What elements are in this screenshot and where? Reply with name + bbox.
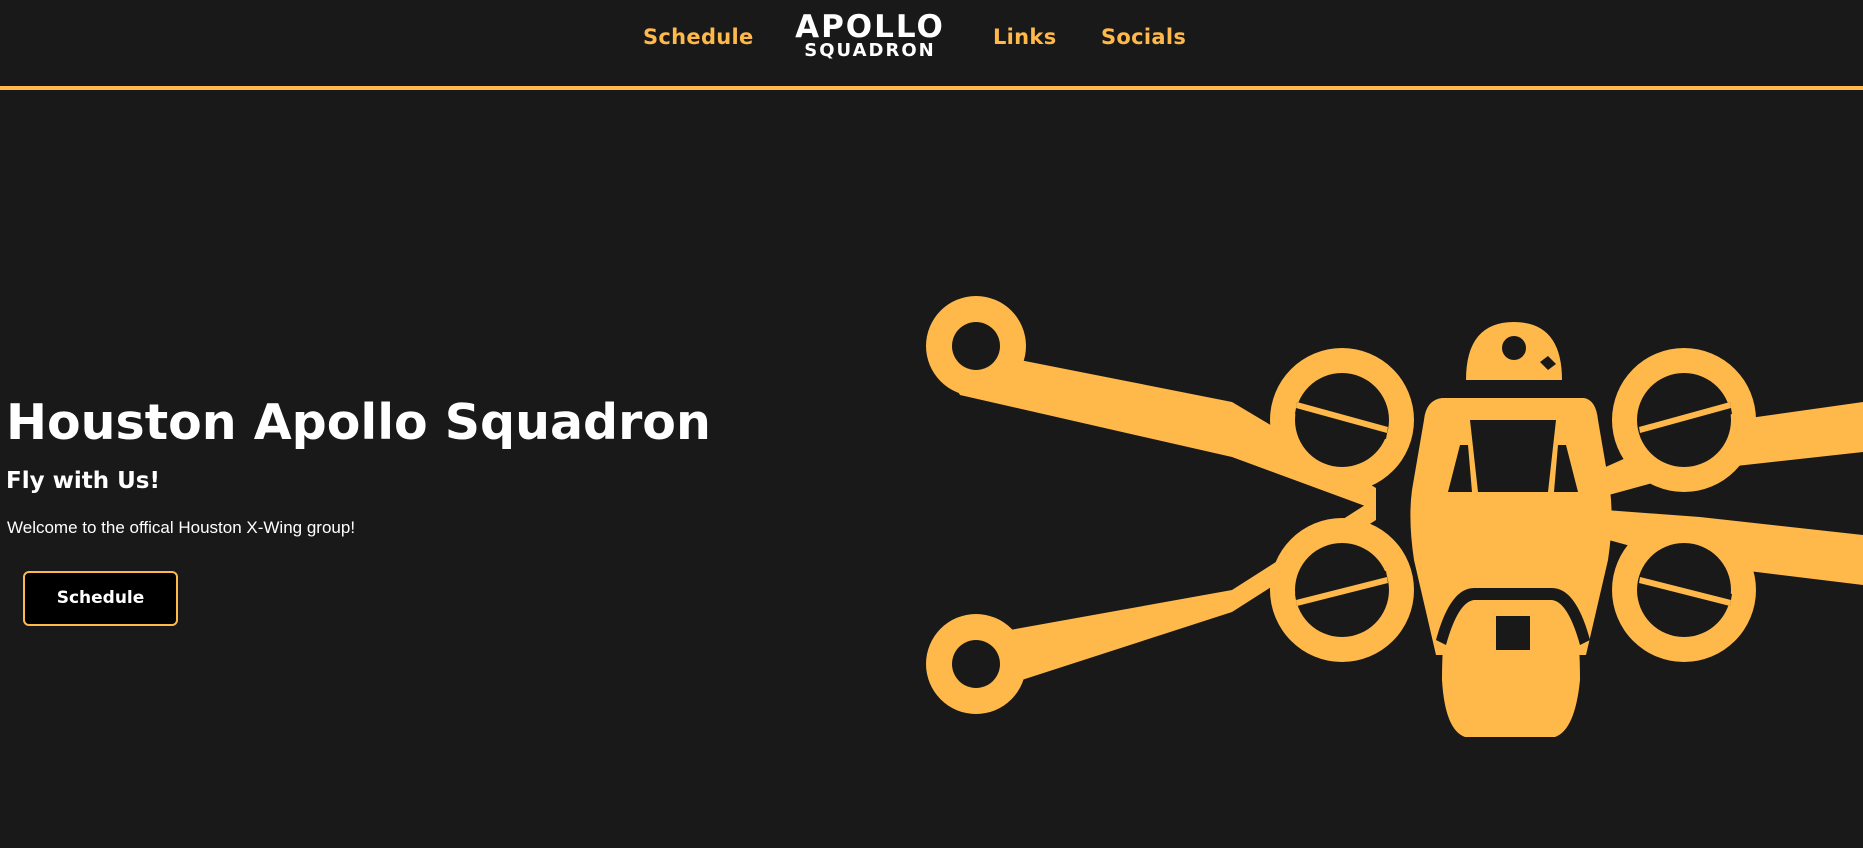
logo-line-2: SQUADRON: [804, 40, 936, 61]
hero-subtitle: Fly with Us!: [6, 468, 160, 494]
apollo-squadron-logo[interactable]: APOLLO SQUADRON: [790, 12, 950, 60]
logo-line-1: APOLLO: [795, 9, 945, 45]
nav-link-socials[interactable]: Socials: [1101, 24, 1186, 50]
hero-welcome-text: Welcome to the offical Houston X-Wing gr…: [7, 518, 356, 537]
x-wing-icon: [926, 296, 1863, 737]
nav-link-schedule[interactable]: Schedule: [643, 24, 754, 50]
nav-link-links[interactable]: Links: [993, 24, 1057, 50]
schedule-button[interactable]: Schedule: [23, 571, 178, 626]
hero-title: Houston Apollo Squadron: [6, 394, 711, 451]
top-navbar: Schedule APOLLO SQUADRON Links Socials: [0, 0, 1863, 90]
